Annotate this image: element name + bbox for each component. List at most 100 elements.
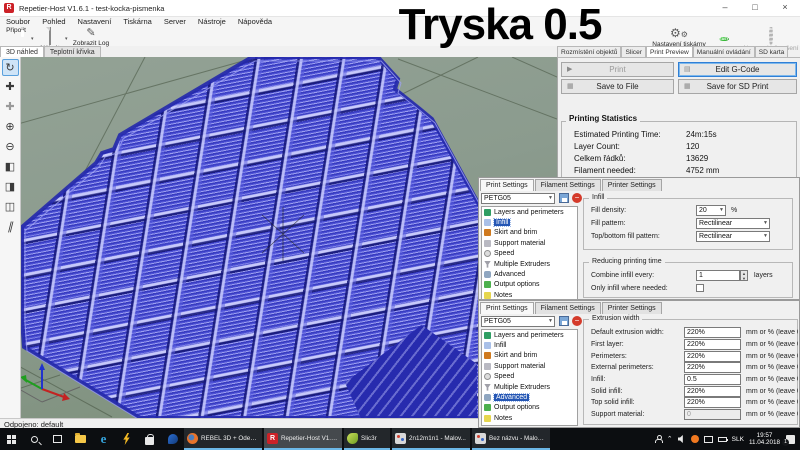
menu-pohled[interactable]: Pohled [36,17,71,27]
menu-napoveda[interactable]: Nápověda [232,17,278,27]
tab-print-settings[interactable]: Print Settings [480,179,534,191]
store-button[interactable] [138,428,161,450]
taskbar-window-repetier[interactable]: RRepetier-Host V1.6... [264,428,342,450]
menu-nastaveni[interactable]: Nastavení [72,17,118,27]
tree-speed[interactable]: Speed [482,372,577,382]
antivirus-tray-icon[interactable] [691,435,699,443]
volume-tray-icon[interactable] [678,435,686,443]
solid-infill-input[interactable]: 220% [684,386,741,397]
connect-dropdown-icon[interactable]: ▾ [31,36,34,42]
search-button[interactable] [23,428,46,450]
top-bottom-pattern-combo[interactable]: Rectilinear▼ [696,231,770,242]
combine-infill-input[interactable]: 1 [696,270,740,281]
tree-multiple-extruders[interactable]: Multiple Extruders [482,259,577,269]
tree-advanced[interactable]: Advanced [482,269,577,279]
perimeters-input[interactable]: 220% [684,351,741,362]
taskbar-window-paint-2[interactable]: Bez názvu - Malová... [472,428,550,450]
minimize-button[interactable]: – [710,0,740,17]
tree-layers-perimeters[interactable]: Layers and perimeters [482,207,577,217]
tab-manual-control[interactable]: Manuální ovládání [693,46,755,57]
taskbar-window-paint-1[interactable]: 2n12m1n1 - Malov... [392,428,470,450]
profile-combo[interactable]: PETG05▼ [481,193,555,204]
delete-profile-icon[interactable]: − [572,193,582,203]
task-view-button[interactable] [46,428,69,450]
tab-temperature-curve[interactable]: Teplotní křivka [44,46,101,57]
tree-notes[interactable]: Notes [482,290,577,300]
language-indicator[interactable]: SLK [732,436,744,443]
tab-filament-settings[interactable]: Filament Settings [535,302,601,314]
tree-skirt-brim[interactable]: Skirt and brim [482,351,577,361]
first-layer-input[interactable]: 220% [684,339,741,350]
pinned-app-button[interactable] [115,428,138,450]
connect-button[interactable]: Připojit [2,27,30,34]
save-for-sd-button[interactable]: ▦ Save for SD Print [678,79,797,94]
delete-profile-icon[interactable]: − [572,316,582,326]
top-view-icon[interactable]: ◫ [2,199,19,216]
menu-nastroje[interactable]: Nástroje [192,17,232,27]
only-infill-checkbox[interactable] [696,284,704,292]
tree-support-material[interactable]: Support material [482,361,577,371]
tree-speed[interactable]: Speed [482,249,577,259]
taskbar-window-firefox[interactable]: REBEL 3D + Odeslat... [184,428,262,450]
tab-object-placement[interactable]: Rozmístění objektů [557,46,621,57]
move-object-tool-icon[interactable]: ✚ [2,79,19,96]
support-material-input[interactable]: 0 [684,409,741,420]
file-explorer-button[interactable] [69,428,92,450]
load-dropdown-icon[interactable]: ▾ [65,36,68,42]
display-tray-icon[interactable] [704,436,713,443]
tab-printer-settings[interactable]: Printer Settings [602,302,662,314]
tree-infill[interactable]: Infill [482,340,577,350]
tab-3d-view[interactable]: 3D náhled [0,46,44,57]
tree-notes[interactable]: Notes [482,413,577,423]
infill-width-input[interactable]: 0.5 [684,374,741,385]
notification-center-button[interactable]: 1 [786,435,795,444]
print-button[interactable]: ▶ Print [561,62,674,77]
save-to-file-button[interactable]: ▦ Save to File [561,79,674,94]
menu-tiskarna[interactable]: Tiskárna [117,17,157,27]
tab-printer-settings[interactable]: Printer Settings [602,179,662,191]
printer-settings-button[interactable]: ⚙⚙ Nastavení tiskárny [648,27,710,48]
parallel-projection-icon[interactable]: ∥ [2,219,19,236]
tree-advanced[interactable]: Advanced [482,392,577,402]
menu-server[interactable]: Server [158,17,192,27]
show-log-button[interactable]: ✎ Zobrazit Log [70,27,112,47]
tree-output-options[interactable]: Output options [482,403,577,413]
tree-output-options[interactable]: Output options [482,280,577,290]
3d-viewport[interactable]: ↻ ✚ ✚ ⊕ ⊖ ◧ ◨ ◫ ∥ [0,57,557,418]
front-view-icon[interactable]: ◨ [2,179,19,196]
battery-tray-icon[interactable] [718,437,727,442]
tab-slicer[interactable]: Slicer [621,46,646,57]
edit-gcode-button[interactable]: ▤ Edit G-Code [678,62,797,77]
people-tray-icon[interactable] [655,435,662,443]
start-button[interactable] [0,428,23,450]
tree-infill[interactable]: Infill [482,217,577,227]
close-button[interactable]: × [770,0,800,17]
rotate-tool-icon[interactable]: ↻ [2,59,19,76]
tab-filament-settings[interactable]: Filament Settings [535,179,601,191]
zoom-in-tool-icon[interactable]: ⊕ [2,119,19,136]
menu-soubor[interactable]: Soubor [0,17,36,27]
pinned-app-blue-button[interactable] [161,428,184,450]
fill-density-combo[interactable]: 20▼ [696,205,726,216]
taskbar-window-slic3r[interactable]: Slic3r [344,428,390,450]
move-viewpoint-tool-icon[interactable]: ✚ [2,99,19,116]
tab-sd-card[interactable]: SD karta [755,46,789,57]
tab-print-settings[interactable]: Print Settings [480,302,534,314]
isometric-view-icon[interactable]: ◧ [2,159,19,176]
profile-combo[interactable]: PETG05▼ [481,316,555,327]
save-profile-icon[interactable] [559,316,569,326]
zoom-out-tool-icon[interactable]: ⊖ [2,139,19,156]
top-solid-infill-input[interactable]: 220% [684,397,741,408]
taskbar-clock[interactable]: 19:57 11.04.2018 [749,432,780,446]
tree-skirt-brim[interactable]: Skirt and brim [482,228,577,238]
default-extrusion-input[interactable]: 220% [684,327,741,338]
tree-multiple-extruders[interactable]: Multiple Extruders [482,382,577,392]
tray-expand-button[interactable]: ⌃ [667,435,673,443]
save-profile-icon[interactable] [559,193,569,203]
edge-button[interactable]: e [92,428,115,450]
spinner-control[interactable]: ▲▼ [740,270,748,281]
fill-pattern-combo[interactable]: Rectilinear▼ [696,218,770,229]
tree-layers-perimeters[interactable]: Layers and perimeters [482,330,577,340]
external-perimeters-input[interactable]: 220% [684,362,741,373]
tab-print-preview[interactable]: Print Preview [646,46,693,57]
